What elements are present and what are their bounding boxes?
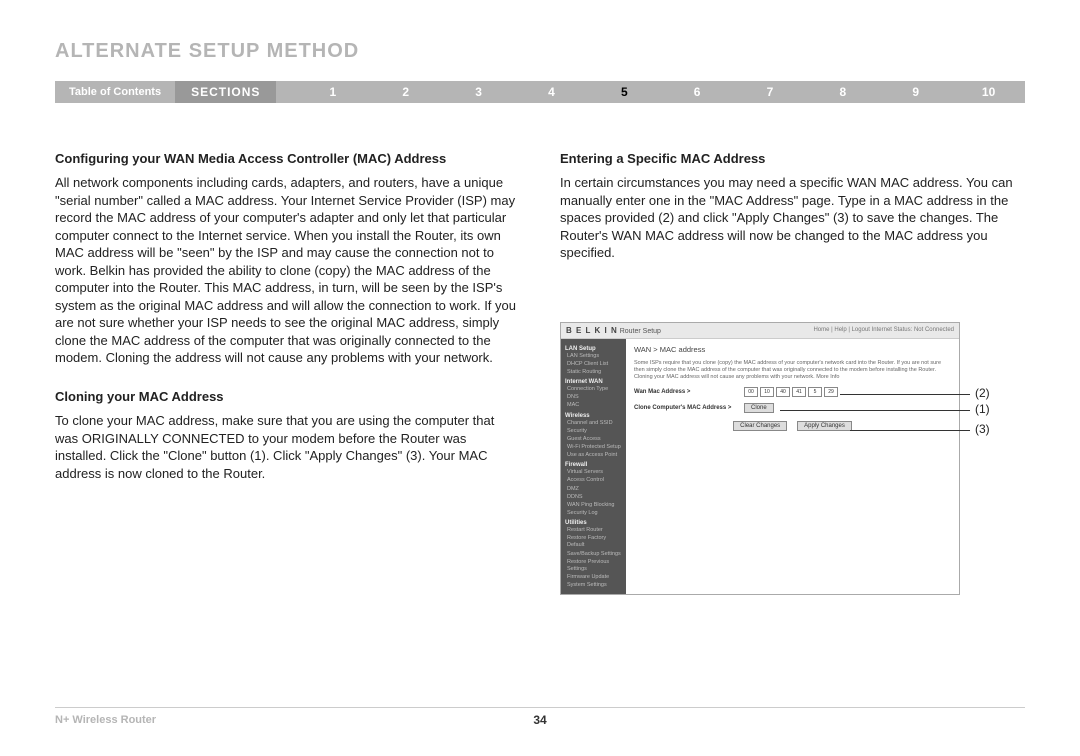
sidebar-item[interactable]: Wi-Fi Protected Setup [565,444,622,451]
sidebar-item[interactable]: Channel and SSID [565,420,622,427]
router-screenshot: B E L K I N Router Setup Home | Help | L… [560,322,1025,596]
page-footer: N+ Wireless Router 34 [55,707,1025,726]
heading-wan-mac: Configuring your WAN Media Access Contro… [55,151,520,166]
router-brand: B E L K I N Router Setup [566,326,661,335]
right-column: Entering a Specific MAC Address In certa… [560,151,1025,595]
callout-line-2 [840,394,970,395]
section-tab-3[interactable]: 3 [442,81,515,103]
side-group-firewall: Firewall [565,462,622,468]
mac-address-row: Wan Mac Address > 00 10 40 41 5 29 [634,387,951,397]
clone-row: Clone Computer's MAC Address > Clone [634,403,951,413]
section-tab-2[interactable]: 2 [369,81,442,103]
sidebar-item[interactable]: Virtual Servers [565,469,622,476]
callout-line-3 [850,430,970,431]
section-tab-4[interactable]: 4 [515,81,588,103]
breadcrumb: WAN > MAC address [634,345,951,354]
section-tab-5[interactable]: 5 [588,81,661,103]
clone-label: Clone Computer's MAC Address > [634,405,744,411]
clear-changes-button[interactable]: Clear Changes [733,421,787,431]
mac-octet-4[interactable]: 41 [792,387,806,397]
section-tabs: 1 2 3 4 5 6 7 8 9 10 [276,81,1025,103]
side-group-wan: Internet WAN [565,379,622,385]
side-group-wireless: Wireless [565,413,622,419]
sidebar-item[interactable]: Restore Factory Default [565,535,622,549]
callout-line-1 [780,410,970,411]
sidebar-item[interactable]: Save/Backup Settings [565,551,622,558]
callout-3: (3) [975,422,990,436]
router-sidebar: LAN Setup LAN Settings DHCP Client List … [561,339,626,595]
apply-changes-button[interactable]: Apply Changes [797,421,852,431]
paragraph-entering-mac: In certain circumstances you may need a … [560,174,1025,262]
mac-octet-1[interactable]: 00 [744,387,758,397]
callout-1: (1) [975,402,990,416]
paragraph-cloning: To clone your MAC address, make sure tha… [55,412,520,482]
heading-cloning: Cloning your MAC Address [55,389,520,404]
sidebar-item[interactable]: DMZ [565,486,622,493]
sidebar-item[interactable]: Firmware Update [565,574,622,581]
page-title: ALTERNATE SETUP METHOD [55,40,1025,63]
sidebar-item[interactable]: DNS [565,394,622,401]
sidebar-item[interactable]: Security [565,428,622,435]
section-tab-10[interactable]: 10 [952,81,1025,103]
router-status: Home | Help | Logout Internet Status: No… [813,327,954,333]
sidebar-item[interactable]: Guest Access [565,436,622,443]
sections-label: SECTIONS [175,81,276,103]
sidebar-item[interactable]: LAN Settings [565,353,622,360]
section-tab-6[interactable]: 6 [661,81,734,103]
paragraph-wan-mac: All network components including cards, … [55,174,520,367]
section-tab-7[interactable]: 7 [734,81,807,103]
sidebar-item[interactable]: Security Log [565,510,622,517]
sidebar-item[interactable]: Restore Previous Settings [565,559,622,573]
page-number: 34 [533,713,546,727]
sidebar-item[interactable]: MAC [565,402,622,409]
section-tab-9[interactable]: 9 [879,81,952,103]
side-group-utilities: Utilities [565,520,622,526]
help-text: Some ISPs require that you clone (copy) … [634,360,951,381]
footer-product: N+ Wireless Router [55,714,156,726]
router-topbar: B E L K I N Router Setup Home | Help | L… [561,323,959,339]
side-group-lan: LAN Setup [565,346,622,352]
router-main-panel: WAN > MAC address Some ISPs require that… [626,339,959,595]
section-nav-bar: Table of Contents SECTIONS 1 2 3 4 5 6 7… [55,81,1025,103]
sidebar-item[interactable]: WAN Ping Blocking [565,502,622,509]
sidebar-item[interactable]: Connection Type [565,386,622,393]
sidebar-item[interactable]: Restart Router [565,527,622,534]
section-tab-8[interactable]: 8 [806,81,879,103]
footer-divider [55,707,1025,708]
sidebar-item[interactable]: Use as Access Point [565,452,622,459]
mac-octet-3[interactable]: 40 [776,387,790,397]
sidebar-item[interactable]: Static Routing [565,369,622,376]
mac-label: Wan Mac Address > [634,389,744,395]
clone-button[interactable]: Clone [744,403,774,413]
sidebar-item[interactable]: DDNS [565,494,622,501]
heading-entering-mac: Entering a Specific MAC Address [560,151,1025,166]
sidebar-item[interactable]: Access Control [565,477,622,484]
mac-octet-2[interactable]: 10 [760,387,774,397]
sidebar-item[interactable]: System Settings [565,582,622,589]
left-column: Configuring your WAN Media Access Contro… [55,151,520,595]
sidebar-item[interactable]: DHCP Client List [565,361,622,368]
section-tab-1[interactable]: 1 [296,81,369,103]
mac-octet-5[interactable]: 5 [808,387,822,397]
callout-2: (2) [975,386,990,400]
mac-octet-6[interactable]: 29 [824,387,838,397]
toc-link[interactable]: Table of Contents [55,81,175,103]
